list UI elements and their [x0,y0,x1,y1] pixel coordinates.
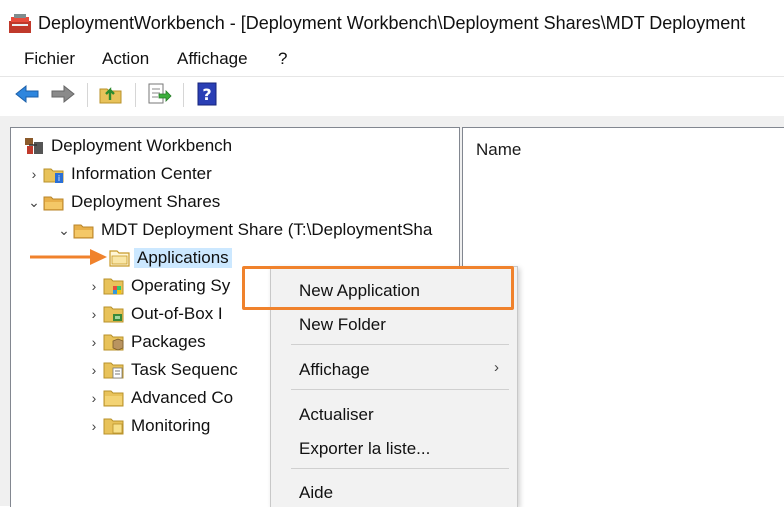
tree-item-mdt-deployment-share[interactable]: ⌄ MDT Deployment Share (T:\DeploymentSha [55,218,432,242]
tree-item-out-of-box-drivers[interactable]: › Out-of-Box I [85,302,223,326]
forward-button[interactable] [50,81,76,107]
tree-item-information-center[interactable]: › i Information Center [25,162,212,186]
menu-item-new-folder[interactable]: New Folder [299,315,386,335]
menu-item-actualiser[interactable]: Actualiser [299,405,374,425]
tree-item-advanced-configuration[interactable]: › Advanced Co [85,386,233,410]
tree-item-task-sequences[interactable]: › Task Sequenc [85,358,238,382]
tree-item-operating-systems[interactable]: › Operating Sy [85,274,231,298]
menu-affichage[interactable]: Affichage [177,49,248,69]
chevron-down-icon[interactable]: ⌄ [55,218,73,242]
tree-item-label: Applications [134,248,232,268]
menu-separator [291,344,509,345]
svg-text:i: i [58,174,60,183]
back-arrow-icon [15,84,39,104]
help-icon: ? [197,82,217,106]
export-list-icon [148,83,172,104]
chevron-right-icon[interactable]: › [85,330,103,354]
tree-item-packages[interactable]: › Packages [85,330,206,354]
tree-item-deployment-workbench[interactable]: Deployment Workbench [23,134,232,158]
annotation-highlight-box [242,266,514,310]
chevron-right-icon[interactable]: › [85,386,103,410]
tree-item-label: Packages [131,332,206,351]
folder-icon [103,390,124,407]
tree-item-label: Deployment Workbench [51,136,233,155]
operating-systems-icon [103,278,124,295]
toolbar: ? [0,76,784,117]
menu-help[interactable]: ? [278,49,287,69]
information-center-icon: i [43,168,64,183]
packages-icon [103,334,124,351]
toolbar-separator [87,83,88,107]
chevron-down-icon[interactable]: ⌄ [25,190,43,214]
chevron-right-icon[interactable]: › [85,274,103,298]
column-header-name[interactable]: Name [476,140,521,160]
menu-item-aide[interactable]: Aide [299,483,333,503]
chevron-right-icon[interactable]: › [85,302,103,326]
drivers-icon [103,306,124,323]
chevron-right-icon[interactable]: › [85,414,103,438]
export-list-button[interactable] [146,81,172,107]
tree-item-monitoring[interactable]: › Monitoring [85,414,211,438]
tree-item-applications[interactable]: Applications [109,246,232,270]
app-icon [9,14,31,33]
tree-item-label: MDT Deployment Share (T:\DeploymentSha [101,220,433,239]
menu-bar: Fichier Action Affichage ? [0,44,784,74]
up-folder-icon [99,87,122,104]
workbench-icon [25,138,43,154]
menu-separator [291,468,509,469]
monitoring-icon [103,418,124,435]
tree-item-label: Information Center [71,164,212,183]
menu-action[interactable]: Action [102,49,149,69]
tree-item-label: Deployment Shares [71,192,221,211]
tree-item-deployment-shares[interactable]: ⌄ Deployment Shares [25,190,220,214]
menu-separator [291,389,509,390]
window-title: DeploymentWorkbench - [Deployment Workbe… [38,13,746,33]
forward-arrow-icon [51,84,75,104]
menu-fichier[interactable]: Fichier [24,49,75,69]
submenu-arrow-icon: › [494,359,499,376]
task-sequences-icon [103,362,124,379]
menu-item-affichage[interactable]: Affichage [299,360,370,380]
tree-item-label: Task Sequenc [131,360,238,379]
deployment-shares-icon [43,196,64,211]
tree-item-label: Monitoring [131,416,211,435]
toolbar-separator [135,83,136,107]
help-button[interactable]: ? [194,81,220,107]
svg-text:?: ? [202,85,211,104]
title-bar: DeploymentWorkbench - [Deployment Workbe… [0,0,784,42]
up-folder-button[interactable] [98,81,124,107]
folder-icon [109,250,130,267]
tree-item-label: Out-of-Box I [131,304,223,323]
chevron-right-icon[interactable]: › [85,358,103,382]
menu-item-exporter-la-liste[interactable]: Exporter la liste... [299,439,430,459]
toolbar-separator [183,83,184,107]
tree-item-label: Advanced Co [131,388,234,407]
back-button[interactable] [14,81,40,107]
tree-item-label: Operating Sy [131,276,231,295]
chevron-right-icon[interactable]: › [25,162,43,186]
deployment-share-icon [73,224,94,239]
annotation-arrow-icon [30,249,107,265]
